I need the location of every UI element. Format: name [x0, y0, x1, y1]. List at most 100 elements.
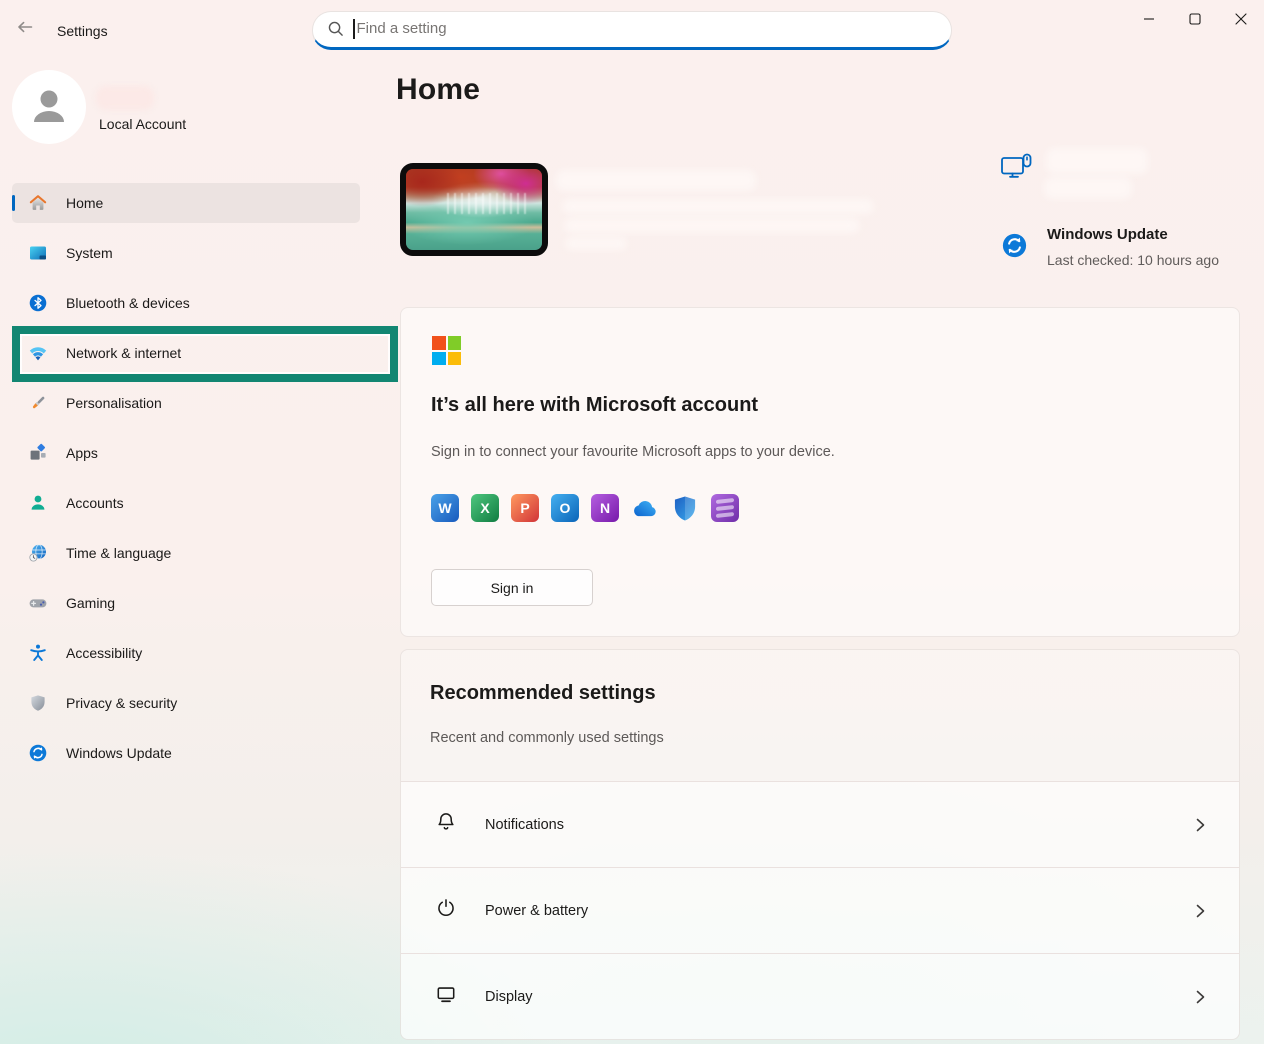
onedrive-icon: [631, 494, 659, 522]
text-caret: [353, 19, 355, 39]
shield-icon: [28, 693, 48, 713]
sidebar-item-privacy-security[interactable]: Privacy & security: [12, 683, 360, 723]
display-icon: [435, 983, 457, 1010]
close-icon: [1235, 12, 1247, 30]
accessibility-icon: [28, 643, 48, 663]
person-icon: [26, 84, 72, 130]
sidebar-item-windows-update[interactable]: Windows Update: [12, 733, 360, 773]
sidebar-item-label: Network & internet: [66, 345, 181, 361]
windows-update-status-icon: [1001, 232, 1028, 264]
sidebar-item-time-language[interactable]: Time & language: [12, 533, 360, 573]
chevron-right-icon: [1196, 818, 1205, 832]
sidebar-item-system[interactable]: System: [12, 233, 360, 273]
account-header[interactable]: Local Account: [12, 70, 312, 146]
sidebar-item-label: Windows Update: [66, 745, 172, 761]
redacted-device-name: [556, 170, 756, 191]
sidebar-item-network-internet[interactable]: Network & internet: [12, 333, 360, 373]
defender-icon: [671, 494, 699, 522]
redacted-device-info: [562, 199, 874, 214]
onenote-icon: N: [591, 494, 619, 522]
microsoft-365-icon: [711, 494, 739, 522]
row-label: Power & battery: [485, 903, 588, 919]
sidebar-item-label: Personalisation: [66, 395, 162, 411]
windows-update-title[interactable]: Windows Update: [1047, 226, 1168, 243]
maximize-icon: [1189, 12, 1201, 30]
gamepad-icon: [28, 593, 48, 613]
bell-icon: [435, 811, 457, 838]
sidebar-item-label: Accounts: [66, 495, 124, 511]
home-icon: [28, 193, 48, 213]
connected-devices-icon: [1000, 151, 1034, 194]
back-button[interactable]: [8, 15, 42, 43]
word-icon: W: [431, 494, 459, 522]
sidebar: Local Account Home System: [0, 56, 396, 1044]
apps-icon: [28, 443, 48, 463]
minimize-button[interactable]: [1126, 0, 1172, 42]
wifi-icon: [28, 343, 48, 363]
page-title: Home: [396, 73, 480, 107]
microsoft-logo-icon: [432, 336, 461, 365]
sidebar-item-label: Gaming: [66, 595, 115, 611]
main-content: Home Windows: [396, 56, 1264, 1044]
sidebar-item-label: Apps: [66, 445, 98, 461]
wallpaper-image: [406, 169, 542, 250]
sidebar-item-bluetooth-devices[interactable]: Bluetooth & devices: [12, 283, 360, 323]
recommended-list: Notifications Power & battery: [401, 781, 1239, 1039]
recommended-subtitle: Recent and commonly used settings: [430, 730, 664, 746]
sidebar-nav: Home System Bluetooth & devices: [12, 183, 360, 783]
avatar: [12, 70, 86, 144]
sidebar-item-gaming[interactable]: Gaming: [12, 583, 360, 623]
search-icon: [327, 20, 344, 37]
bluetooth-icon: [28, 293, 48, 313]
redacted-rename-link: [1044, 177, 1132, 199]
row-power-battery[interactable]: Power & battery: [401, 867, 1239, 953]
recommended-title: Recommended settings: [430, 682, 656, 705]
search-input[interactable]: [357, 20, 940, 37]
sidebar-item-home[interactable]: Home: [12, 183, 360, 223]
row-label: Display: [485, 989, 533, 1005]
recommended-settings-card: Recommended settings Recent and commonly…: [400, 649, 1240, 1040]
redacted-account-name: [96, 86, 154, 110]
window-title: Settings: [57, 23, 108, 39]
windows-update-last-checked: Last checked: 10 hours ago: [1047, 252, 1219, 268]
settings-window: Settings: [0, 0, 1264, 1044]
sidebar-item-label: Privacy & security: [66, 695, 177, 711]
redacted-rename-link: [1046, 148, 1148, 174]
redacted-device-info: [565, 237, 627, 250]
microsoft-account-card: It’s all here with Microsoft account Sig…: [400, 307, 1240, 637]
paintbrush-icon: [28, 393, 48, 413]
row-notifications[interactable]: Notifications: [401, 781, 1239, 867]
sidebar-item-accessibility[interactable]: Accessibility: [12, 633, 360, 673]
sidebar-item-apps[interactable]: Apps: [12, 433, 360, 473]
outlook-icon: O: [551, 494, 579, 522]
sidebar-item-label: Home: [66, 195, 103, 211]
titlebar: Settings: [0, 0, 1264, 56]
account-card-subtitle: Sign in to connect your favourite Micros…: [431, 444, 835, 460]
sidebar-item-label: System: [66, 245, 113, 261]
sidebar-item-label: Time & language: [66, 545, 171, 561]
accounts-icon: [28, 493, 48, 513]
chevron-right-icon: [1196, 990, 1205, 1004]
redacted-device-info: [564, 218, 860, 233]
minimize-icon: [1143, 12, 1155, 30]
sidebar-item-label: Accessibility: [66, 645, 142, 661]
windows-update-icon: [28, 743, 48, 763]
excel-icon: X: [471, 494, 499, 522]
power-icon: [435, 897, 457, 924]
system-icon: [28, 243, 48, 263]
row-label: Notifications: [485, 817, 564, 833]
sidebar-item-accounts[interactable]: Accounts: [12, 483, 360, 523]
maximize-button[interactable]: [1172, 0, 1218, 42]
account-card-title: It’s all here with Microsoft account: [431, 394, 758, 417]
window-controls: [1126, 0, 1264, 48]
powerpoint-icon: P: [511, 494, 539, 522]
close-button[interactable]: [1218, 0, 1264, 42]
search-box[interactable]: [312, 11, 952, 50]
globe-clock-icon: [28, 543, 48, 563]
device-wallpaper-thumbnail: [400, 163, 548, 256]
account-type-label: Local Account: [99, 116, 186, 132]
sidebar-item-personalisation[interactable]: Personalisation: [12, 383, 360, 423]
sign-in-button[interactable]: Sign in: [431, 569, 593, 606]
row-display[interactable]: Display: [401, 953, 1239, 1039]
sidebar-item-label: Bluetooth & devices: [66, 295, 190, 311]
